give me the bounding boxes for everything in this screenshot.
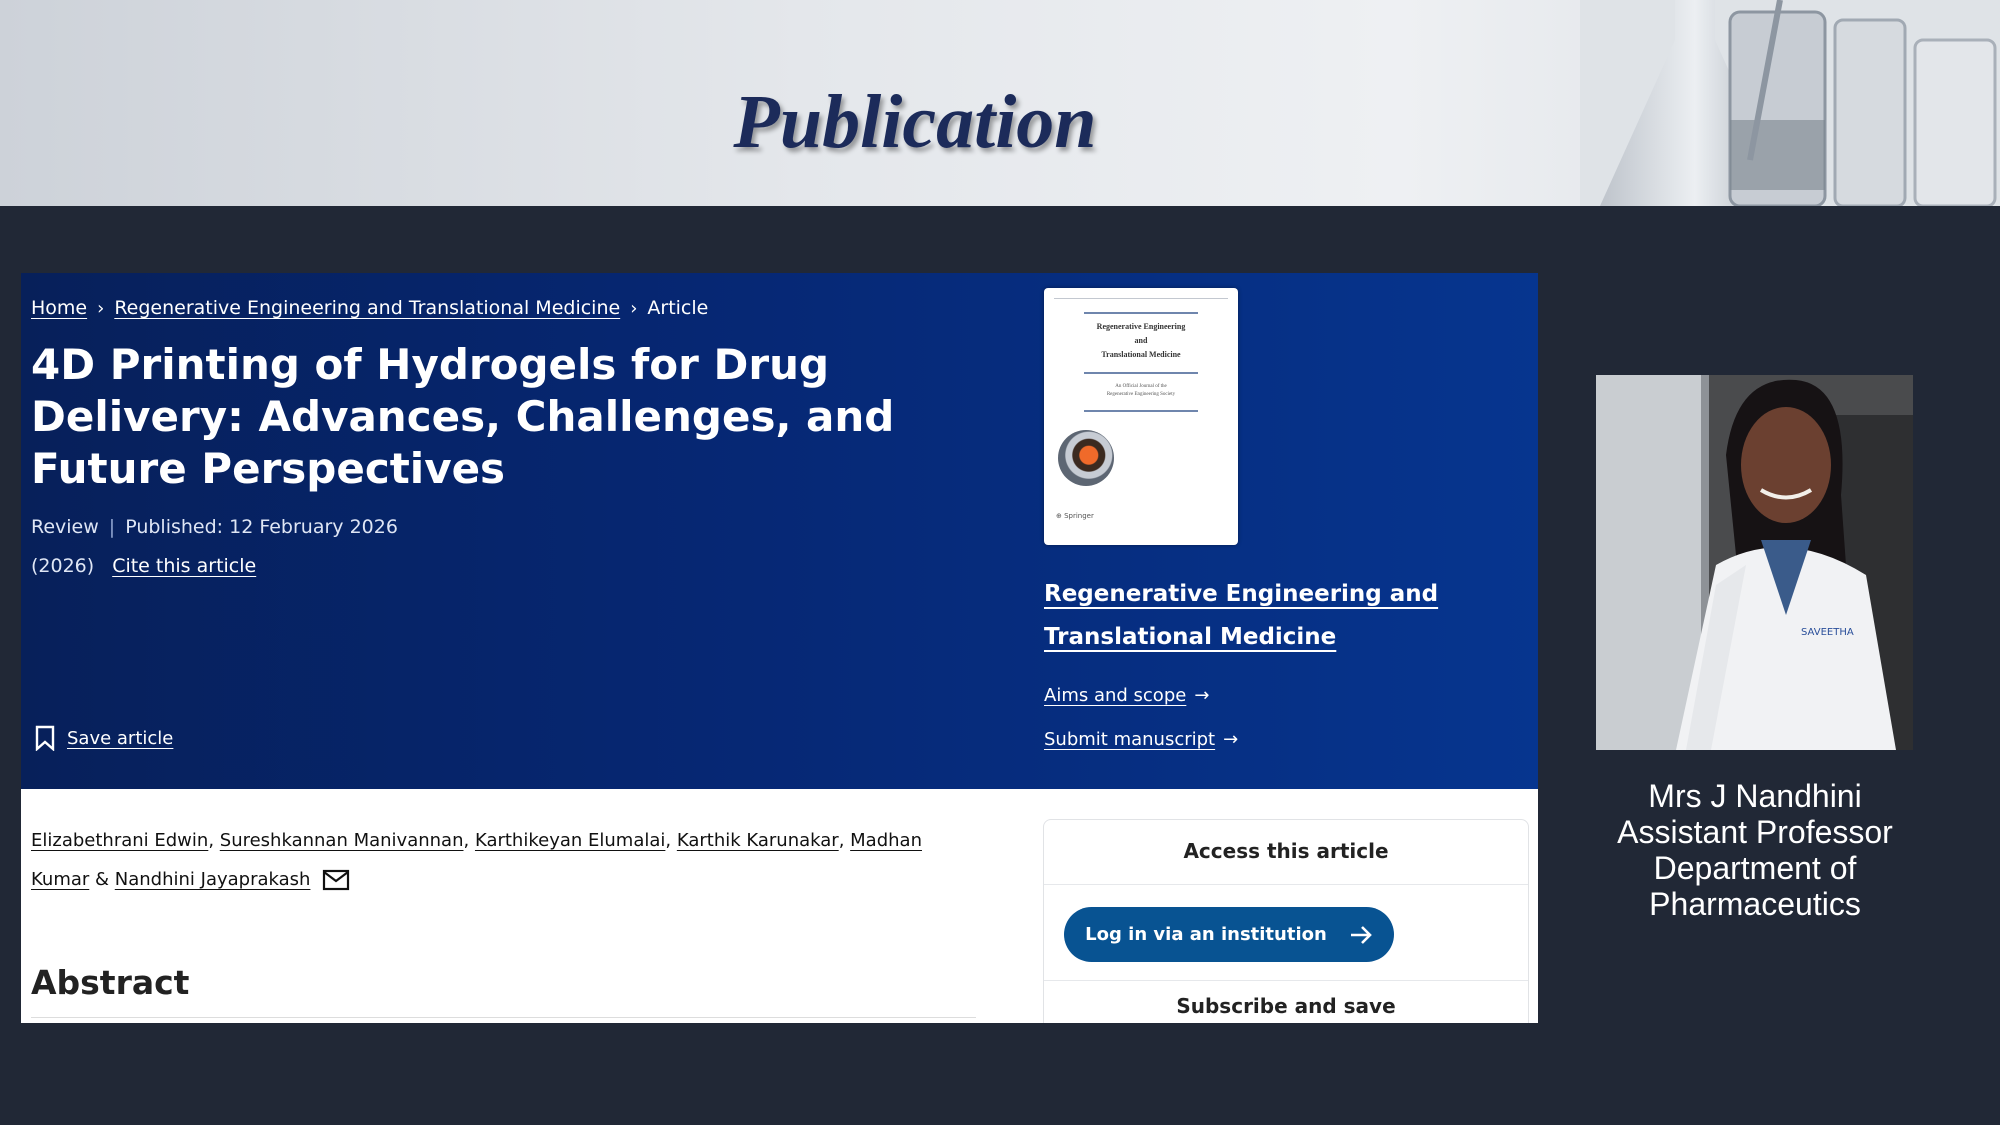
breadcrumb-article: Article: [647, 297, 709, 319]
access-heading: Access this article: [1044, 820, 1528, 885]
aims-label: Aims and scope: [1044, 685, 1187, 706]
article-type: Review: [31, 516, 99, 538]
arrow-right-icon: →: [1223, 729, 1239, 750]
submit-manuscript-link[interactable]: Submit manuscript →: [1044, 729, 1238, 750]
save-article-label: Save article: [67, 727, 174, 749]
slide-title: Publication: [733, 80, 1097, 164]
article-screenshot: Home › Regenerative Engineering and Tran…: [21, 273, 1538, 1023]
cover-title: Regenerative Engineering and Translational…: [1096, 322, 1186, 359]
article-year: (2026): [31, 555, 95, 577]
slide-header: Publication: [0, 0, 2000, 206]
submit-label: Submit manuscript: [1044, 729, 1216, 750]
article-title: 4D Printing of Hydrogels for Drug Delive…: [31, 340, 895, 493]
cover-subtitle: An Official Journal of the Regenerative E…: [1106, 384, 1176, 397]
breadcrumb-home[interactable]: Home: [31, 297, 87, 319]
article-meta: Review | Published: 12 February 2026: [31, 516, 398, 538]
journal-name-link[interactable]: Regenerative Engineering and Translation…: [1044, 573, 1444, 659]
profile-department-line1: Department of: [1653, 850, 1857, 886]
separator: |: [108, 516, 116, 538]
profile-department-line2: Pharmaceutics: [1649, 886, 1861, 922]
arrow-right-icon: →: [1194, 685, 1210, 706]
article-meta-2: (2026) Cite this article: [31, 555, 256, 577]
bookmark-icon: [35, 725, 55, 751]
divider: [31, 1017, 976, 1018]
chevron-right-icon: ›: [630, 297, 638, 319]
profile-name: Mrs J Nandhini: [1648, 778, 1862, 814]
author-link[interactable]: Karthik Karunakar: [677, 830, 839, 851]
subscribe-heading: Subscribe and save: [1176, 994, 1396, 1018]
profile-caption: Mrs J Nandhini Assistant Professor Depar…: [1555, 778, 1955, 922]
journal-cover[interactable]: Regenerative Engineering and Translational…: [1044, 288, 1238, 545]
springer-logo: ⊕ Springer: [1056, 512, 1094, 520]
profile-role: Assistant Professor: [1617, 814, 1893, 850]
login-label: Log in via an institution: [1085, 924, 1327, 945]
author-link[interactable]: Karthikeyan Elumalai: [475, 830, 665, 851]
breadcrumb: Home › Regenerative Engineering and Tran…: [31, 293, 708, 323]
author-link[interactable]: Sureshkannan Manivannan: [220, 830, 464, 851]
login-institution-button[interactable]: Log in via an institution: [1064, 907, 1394, 962]
publish-date: Published: 12 February 2026: [125, 516, 398, 538]
article-banner: Home › Regenerative Engineering and Tran…: [21, 273, 1538, 789]
chevron-right-icon: ›: [97, 297, 105, 319]
author-link[interactable]: Nandhini Jayaprakash: [115, 869, 311, 890]
access-panel: Access this article Log in via an instit…: [1043, 819, 1529, 1023]
aims-and-scope-link[interactable]: Aims and scope →: [1044, 685, 1209, 706]
author-list: Elizabethrani Edwin, Sureshkannan Maniva…: [31, 830, 922, 891]
save-article-button[interactable]: Save article: [35, 725, 173, 751]
author-link[interactable]: Elizabethrani Edwin: [31, 830, 208, 851]
arrow-right-icon: [1350, 925, 1372, 944]
cover-logo: [1058, 430, 1114, 486]
email-icon[interactable]: [322, 869, 350, 891]
cite-link[interactable]: Cite this article: [112, 555, 256, 577]
svg-text:SAVEETHA: SAVEETHA: [1801, 627, 1854, 638]
abstract-heading: Abstract: [31, 963, 190, 1002]
breadcrumb-journal[interactable]: Regenerative Engineering and Translation…: [114, 297, 620, 319]
profile-photo: SAVEETHA: [1596, 375, 1913, 750]
